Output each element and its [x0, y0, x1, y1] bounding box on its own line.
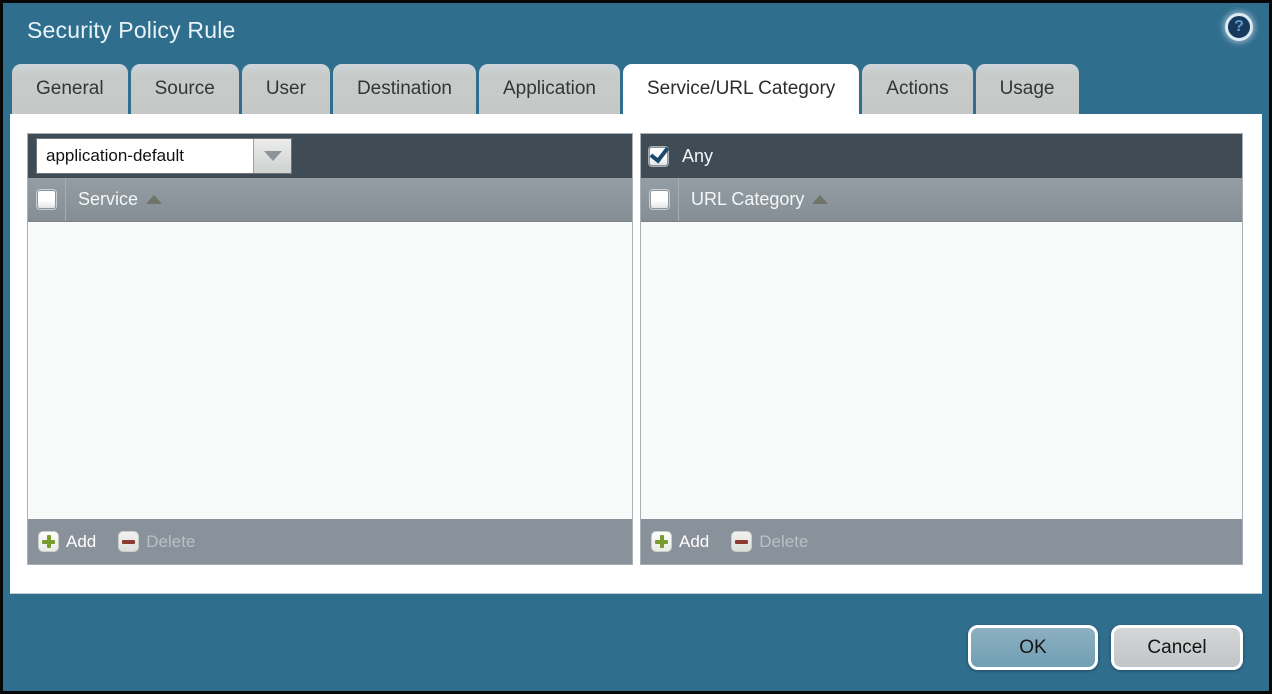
delete-url-category-button[interactable]: Delete [731, 531, 808, 552]
delete-url-category-label: Delete [759, 532, 808, 552]
add-url-category-label: Add [679, 532, 709, 552]
plus-icon [651, 531, 672, 552]
cancel-button[interactable]: Cancel [1111, 625, 1243, 670]
dialog-title: Security Policy Rule [27, 17, 236, 44]
add-url-category-button[interactable]: Add [651, 531, 709, 552]
minus-icon [118, 531, 139, 552]
dialog-content: application-default Service Add [10, 114, 1262, 594]
tab-actions[interactable]: Actions [862, 64, 972, 114]
ok-button[interactable]: OK [968, 625, 1098, 670]
tab-bar: GeneralSourceUserDestinationApplicationS… [12, 64, 1260, 114]
tab-destination[interactable]: Destination [333, 64, 476, 114]
service-panel: application-default Service Add [27, 133, 633, 565]
security-policy-rule-dialog: Security Policy Rule ? GeneralSourceUser… [0, 0, 1272, 694]
tab-service-url-category[interactable]: Service/URL Category [623, 64, 859, 114]
service-column-header: Service [28, 178, 632, 222]
url-category-panel-footer: Add Delete [641, 519, 1242, 564]
dialog-footer: OK Cancel [968, 625, 1243, 670]
service-type-dropdown[interactable]: application-default [36, 138, 292, 174]
url-category-select-all-cell [641, 178, 679, 221]
sort-ascending-icon [146, 195, 162, 204]
add-service-button[interactable]: Add [38, 531, 96, 552]
url-category-column-label[interactable]: URL Category [691, 189, 804, 210]
tab-usage[interactable]: Usage [976, 64, 1079, 114]
url-category-panel-header: Any [641, 134, 1242, 178]
any-url-category-checkbox[interactable] [649, 147, 668, 166]
url-category-column-header: URL Category [641, 178, 1242, 222]
minus-icon [731, 531, 752, 552]
service-panel-footer: Add Delete [28, 519, 632, 564]
plus-icon [38, 531, 59, 552]
tab-source[interactable]: Source [131, 64, 239, 114]
service-panel-header: application-default [28, 134, 632, 178]
service-type-dropdown-value: application-default [37, 139, 254, 173]
add-service-label: Add [66, 532, 96, 552]
title-bar: Security Policy Rule ? [3, 3, 1269, 63]
delete-service-label: Delete [146, 532, 195, 552]
any-url-category-label: Any [682, 146, 713, 167]
url-category-list[interactable] [641, 222, 1242, 519]
service-list[interactable] [28, 222, 632, 519]
service-type-dropdown-button[interactable] [254, 139, 291, 173]
delete-service-button[interactable]: Delete [118, 531, 195, 552]
tab-user[interactable]: User [242, 64, 330, 114]
sort-ascending-icon [812, 195, 828, 204]
url-category-panel: Any URL Category Add Delete [640, 133, 1243, 565]
service-select-all-cell [28, 178, 66, 221]
service-column-label[interactable]: Service [78, 189, 138, 210]
tab-application[interactable]: Application [479, 64, 620, 114]
help-icon[interactable]: ? [1225, 13, 1253, 41]
url-category-select-all-checkbox[interactable] [650, 190, 669, 209]
tab-general[interactable]: General [12, 64, 128, 114]
service-select-all-checkbox[interactable] [37, 190, 56, 209]
chevron-down-icon [264, 151, 282, 161]
